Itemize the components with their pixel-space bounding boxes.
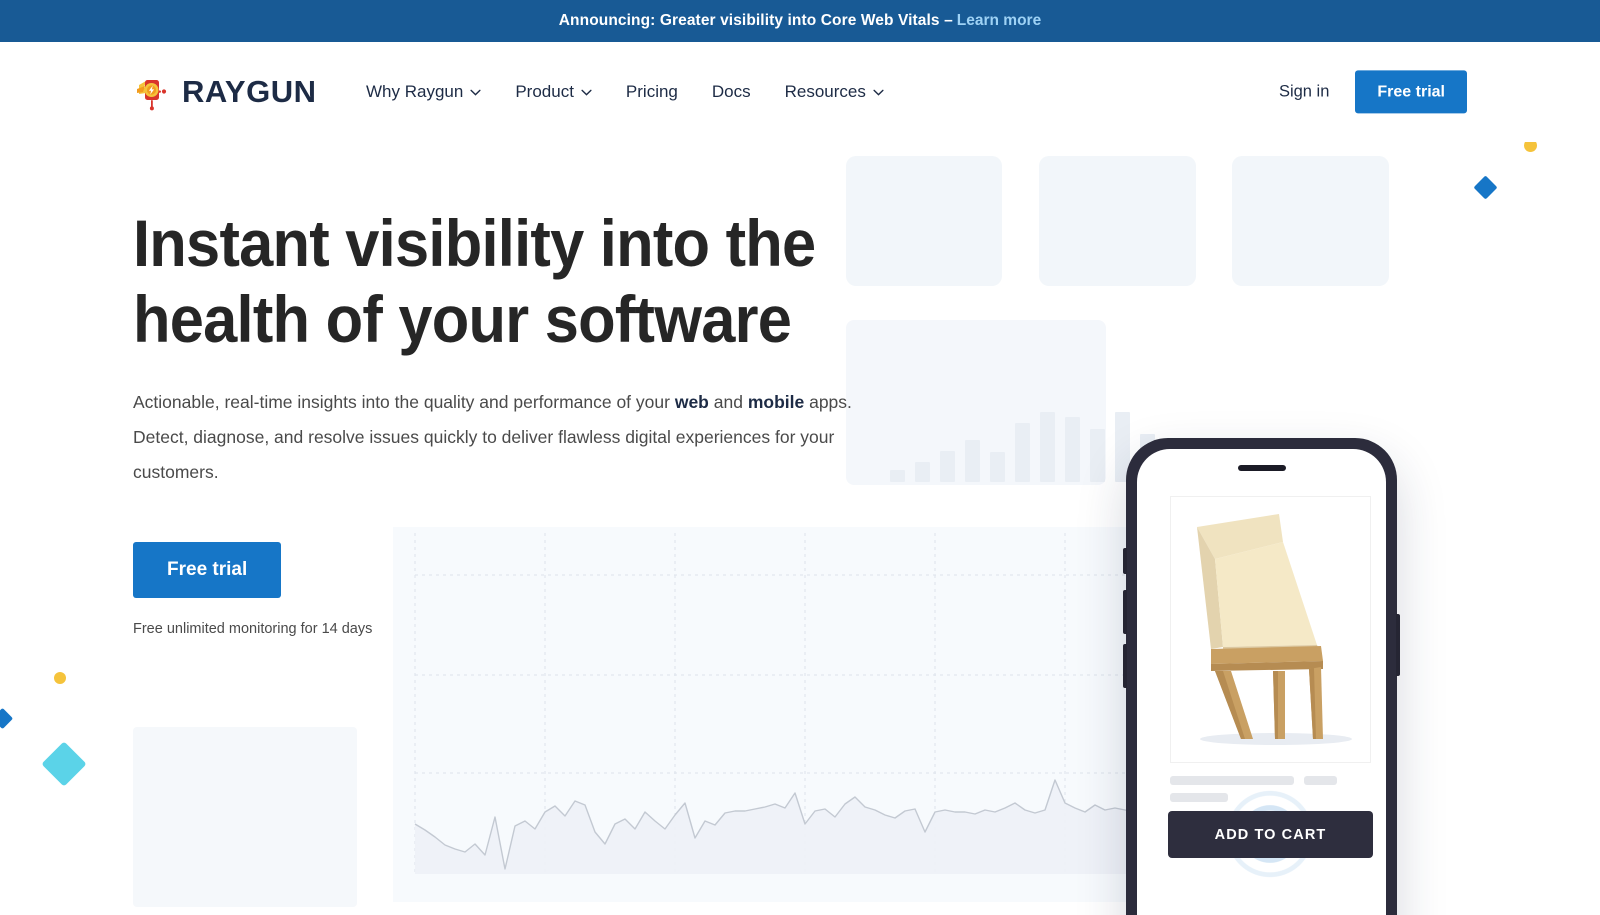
blue-diamond-top-right [1473, 175, 1498, 200]
product-image-frame[interactable] [1170, 496, 1371, 763]
announcement-banner[interactable]: Announcing: Greater visibility into Core… [0, 0, 1600, 42]
landing-page: Announcing: Greater visibility into Core… [0, 0, 1600, 915]
chevron-down-icon [581, 89, 592, 96]
phone-mockup: ADD TO CART [1123, 438, 1400, 915]
hero-section: Instant visibility into the health of yo… [0, 139, 1600, 915]
raygun-logo[interactable]: RAYGUN [133, 72, 317, 112]
phone-power-button[interactable] [1396, 614, 1400, 676]
nav-label: Resources [784, 82, 866, 101]
hero-free-trial-button[interactable]: Free trial [133, 542, 282, 598]
chevron-down-icon [873, 89, 884, 96]
nav-label: Why Raygun [366, 82, 464, 101]
phone-speaker [1237, 465, 1286, 471]
announcement-text: Announcing: Greater visibility into Core… [558, 12, 953, 29]
phone-volume-down-button[interactable] [1123, 644, 1127, 688]
hero-subtitle-bold-mobile: mobile [747, 392, 805, 412]
placeholder-card-3 [1232, 156, 1389, 286]
background-area-chart [393, 527, 1153, 902]
skeleton-line-3 [1170, 793, 1228, 802]
nav-label: Docs [711, 82, 751, 101]
hero-subtitle-part1: Actionable, real-time insights into the … [133, 392, 675, 412]
nav-item-why-raygun[interactable]: Why Raygun [366, 82, 481, 102]
cyan-diamond-left [41, 741, 87, 787]
announcement-learn-more-link[interactable]: Learn more [957, 12, 1041, 30]
chair-illustration-icon [1197, 514, 1352, 745]
header-actions: Sign in Free trial [1279, 70, 1467, 114]
add-to-cart-button[interactable]: ADD TO CART [1168, 811, 1373, 858]
raygun-logo-icon [137, 80, 167, 111]
skeleton-line-1 [1170, 776, 1294, 785]
skeleton-line-2 [1304, 776, 1337, 785]
blue-diamond-left-edge [0, 707, 14, 730]
hero-subtitle-bold-web: web [674, 392, 709, 412]
placeholder-card-4 [133, 727, 357, 907]
nav-item-product[interactable]: Product [515, 82, 592, 102]
sign-in-link[interactable]: Sign in [1279, 83, 1329, 102]
site-header: RAYGUN Why Raygun Product Pricing Docs R… [0, 42, 1600, 142]
phone-screen: ADD TO CART [1137, 449, 1386, 915]
hero-subtitle-part2: and [708, 392, 748, 412]
placeholder-card-1 [846, 156, 1002, 286]
nav-label: Product [515, 82, 574, 101]
placeholder-card-2 [1039, 156, 1196, 286]
nav-item-pricing[interactable]: Pricing [626, 82, 678, 102]
nav-label: Pricing [625, 82, 678, 101]
logo-wordmark: RAYGUN [182, 74, 317, 109]
hero-cta-note: Free unlimited monitoring for 14 days [133, 621, 373, 637]
hero-subtitle: Actionable, real-time insights into the … [133, 385, 873, 490]
main-navigation: Why Raygun Product Pricing Docs Resource… [366, 82, 884, 102]
phone-mute-button[interactable] [1123, 548, 1127, 574]
header-free-trial-button[interactable]: Free trial [1355, 70, 1467, 114]
nav-item-docs[interactable]: Docs [712, 82, 751, 102]
yellow-dot-left [54, 672, 66, 684]
chevron-down-icon [470, 89, 481, 96]
phone-volume-up-button[interactable] [1123, 590, 1127, 634]
nav-item-resources[interactable]: Resources [785, 82, 884, 102]
page-title: Instant visibility into the health of yo… [133, 206, 816, 356]
